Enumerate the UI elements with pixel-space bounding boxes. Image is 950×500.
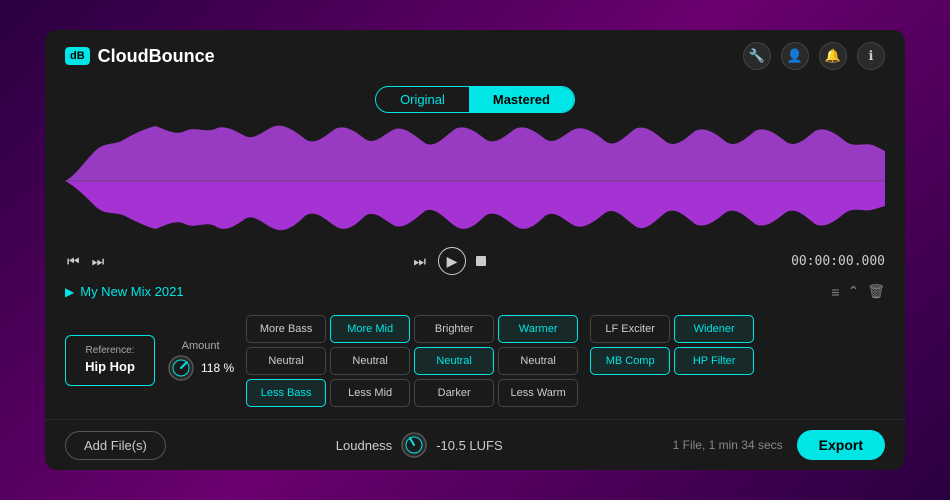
waveform-svg: // This won't run in SVG context, using … xyxy=(65,121,885,241)
fx-btn-LF Exciter-0[interactable]: LF Exciter xyxy=(590,315,670,343)
eq-btn-less-bass-8[interactable]: Less Bass xyxy=(246,379,326,407)
header-icons: 🔧 👤 🔔 ℹ xyxy=(743,42,885,70)
fx-btn-empty-5 xyxy=(674,379,754,407)
mastering-area: Reference: Hip Hop Amount 118 % More Bas… xyxy=(45,302,905,419)
amount-label: Amount xyxy=(182,340,220,352)
reference-box: Reference: Hip Hop xyxy=(65,335,155,385)
waveform-canvas: // This won't run in SVG context, using … xyxy=(65,121,885,241)
user-icon[interactable]: 👤 xyxy=(781,42,809,70)
amount-value: 118 % xyxy=(201,361,234,375)
expand-icon[interactable]: ⌃ xyxy=(847,283,859,300)
track-row: ▶ My New Mix 2021 ≡ ⌃ 🗑 xyxy=(45,281,905,302)
fx-grid: LF ExciterWidenerMB CompHP Filter xyxy=(590,315,754,407)
eq-btn-neutral-6[interactable]: Neutral xyxy=(414,347,494,375)
footer-center: Loudness -10.5 LUFS xyxy=(336,431,503,459)
eq-btn-more-bass-0[interactable]: More Bass xyxy=(246,315,326,343)
eq-btn-neutral-4[interactable]: Neutral xyxy=(246,347,326,375)
bell-icon[interactable]: 🔔 xyxy=(819,42,847,70)
footer-right: 1 File, 1 min 34 secs Export xyxy=(673,430,885,460)
time-display: 00:00:00.000 xyxy=(791,254,885,269)
track-name: My New Mix 2021 xyxy=(80,284,183,299)
eq-btn-warmer-3[interactable]: Warmer xyxy=(498,315,578,343)
logo: dB CloudBounce xyxy=(65,46,215,67)
transport-center: ⏭ ▶ xyxy=(411,247,486,275)
transport: ⏮ ⏭ ⏭ ▶ 00:00:00.000 xyxy=(45,241,905,281)
reference-value: Hip Hop xyxy=(78,358,142,376)
reference-label: Reference: xyxy=(78,344,142,358)
fx-btn-HP Filter-3[interactable]: HP Filter xyxy=(674,347,754,375)
mixer-icon[interactable]: ≡ xyxy=(831,284,839,300)
play-button[interactable]: ▶ xyxy=(438,247,466,275)
logo-badge: dB xyxy=(65,47,90,65)
header: dB CloudBounce 🔧 👤 🔔 ℹ xyxy=(45,30,905,82)
loudness-knob[interactable] xyxy=(400,431,428,459)
wrench-icon[interactable]: 🔧 xyxy=(743,42,771,70)
info-icon[interactable]: ℹ xyxy=(857,42,885,70)
eq-btn-less-mid-9[interactable]: Less Mid xyxy=(330,379,410,407)
amount-section: Amount 118 % xyxy=(167,340,234,382)
app-window: dB CloudBounce 🔧 👤 🔔 ℹ Original Mastered… xyxy=(45,30,905,470)
loudness-value: -10.5 LUFS xyxy=(436,438,502,453)
skip-to-start-button[interactable]: ⏭ xyxy=(411,251,428,272)
stop-button[interactable] xyxy=(476,256,486,266)
footer: Add File(s) Loudness -10.5 LUFS 1 File, … xyxy=(45,419,905,470)
amount-knob[interactable] xyxy=(167,354,195,382)
skip-back-button[interactable]: ⏮ xyxy=(65,251,82,272)
logo-text: CloudBounce xyxy=(98,46,215,67)
eq-btn-darker-10[interactable]: Darker xyxy=(414,379,494,407)
tabs: Original Mastered xyxy=(375,86,575,113)
tabs-container: Original Mastered xyxy=(45,82,905,121)
waveform-area: // This won't run in SVG context, using … xyxy=(45,121,905,241)
transport-left: ⏮ ⏭ xyxy=(65,251,106,272)
tab-original[interactable]: Original xyxy=(376,87,469,112)
file-info: 1 File, 1 min 34 secs xyxy=(673,438,783,452)
eq-btn-less-warm-11[interactable]: Less Warm xyxy=(498,379,578,407)
delete-icon[interactable]: 🗑 xyxy=(867,283,885,300)
eq-btn-brighter-2[interactable]: Brighter xyxy=(414,315,494,343)
tab-mastered[interactable]: Mastered xyxy=(469,87,574,112)
add-files-button[interactable]: Add File(s) xyxy=(65,431,166,460)
track-controls: ≡ ⌃ 🗑 xyxy=(831,283,885,300)
fx-btn-Widener-1[interactable]: Widener xyxy=(674,315,754,343)
eq-btn-more-mid-1[interactable]: More Mid xyxy=(330,315,410,343)
export-button[interactable]: Export xyxy=(797,430,885,460)
eq-btn-neutral-7[interactable]: Neutral xyxy=(498,347,578,375)
step-back-button[interactable]: ⏭ xyxy=(90,251,107,272)
fx-btn-MB Comp-2[interactable]: MB Comp xyxy=(590,347,670,375)
fx-btn-empty-4 xyxy=(590,379,670,407)
loudness-label: Loudness xyxy=(336,438,392,453)
eq-btn-neutral-5[interactable]: Neutral xyxy=(330,347,410,375)
track-play-icon[interactable]: ▶ xyxy=(65,285,74,299)
eq-grid: More BassMore MidBrighterWarmerNeutralNe… xyxy=(246,315,578,407)
amount-row: 118 % xyxy=(167,354,234,382)
